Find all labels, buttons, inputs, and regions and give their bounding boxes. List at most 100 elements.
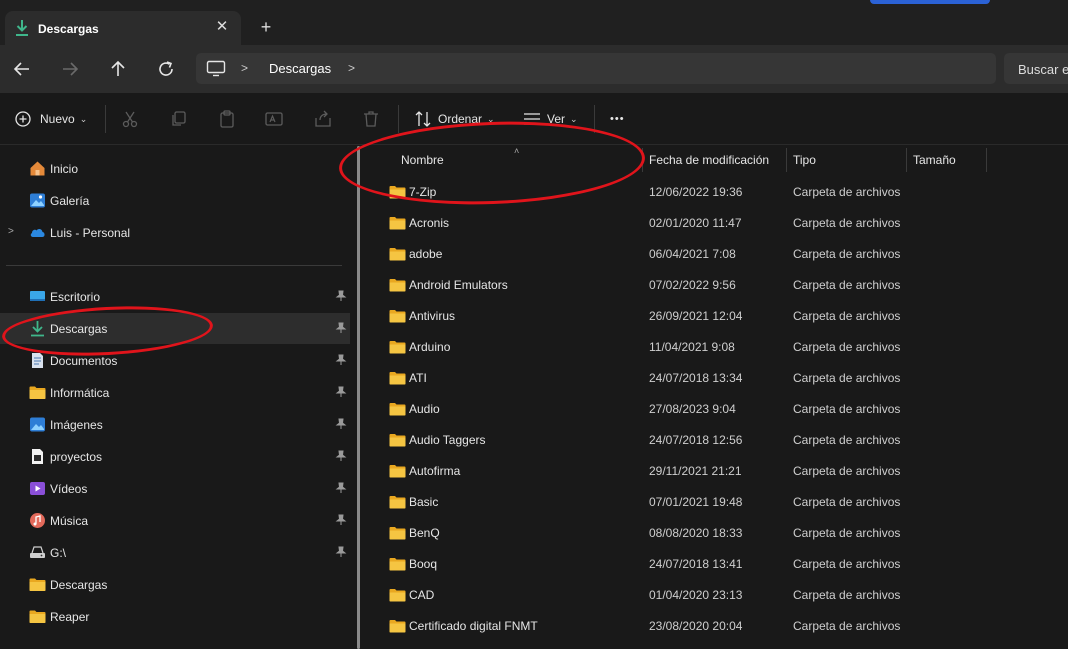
file-name: 7-Zip — [409, 185, 437, 199]
sort-button[interactable]: Ordenar ⌄ — [413, 108, 495, 130]
column-header-name[interactable]: Nombre — [401, 146, 641, 174]
file-row[interactable]: Certificado digital FNMT 23/08/2020 20:04… — [370, 610, 1068, 641]
pin-icon[interactable] — [335, 386, 347, 398]
pictures-icon — [30, 417, 45, 432]
sidebar-item-imagenes[interactable]: Imágenes — [0, 409, 350, 440]
file-name: Android Emulators — [409, 278, 508, 292]
file-row[interactable]: 7-Zip 12/06/2022 19:36 Carpeta de archivos — [370, 176, 1068, 207]
file-name: Autofirma — [409, 464, 461, 478]
toolbar-divider — [398, 105, 399, 133]
breadcrumb-chevron-icon[interactable]: > — [241, 61, 251, 75]
toolbar-divider — [105, 105, 106, 133]
file-row[interactable]: ATI 24/07/2018 13:34 Carpeta de archivos — [370, 362, 1068, 393]
chevron-down-icon: ⌄ — [79, 113, 88, 124]
pin-icon[interactable] — [335, 450, 347, 462]
column-divider[interactable] — [986, 148, 987, 172]
search-input[interactable]: Buscar e — [1004, 53, 1068, 84]
file-row[interactable]: Audio Taggers 24/07/2018 12:56 Carpeta de … — [370, 424, 1068, 455]
copy-button[interactable] — [169, 108, 189, 130]
command-bar: Nuevo ⌄ Ordenar ⌄ Ver ⌄ ••• — [0, 93, 1068, 145]
column-divider[interactable] — [786, 148, 787, 172]
pin-icon[interactable] — [335, 322, 347, 334]
back-button[interactable] — [10, 57, 34, 81]
download-icon — [31, 321, 44, 337]
new-tab-button[interactable]: + — [256, 17, 276, 37]
view-list-icon — [524, 113, 540, 125]
close-tab-icon[interactable]: ✕ — [213, 18, 231, 36]
pin-icon[interactable] — [335, 290, 347, 302]
sidebar-item-documentos[interactable]: Documentos — [0, 345, 350, 376]
file-row[interactable]: Acronis 02/01/2020 11:47 Carpeta de archiv… — [370, 207, 1068, 238]
file-type: Carpeta de archivos — [793, 495, 901, 509]
videos-icon — [30, 482, 45, 495]
pin-icon[interactable] — [335, 482, 347, 494]
share-button[interactable] — [313, 108, 333, 130]
file-modified-date: 07/02/2022 9:56 — [649, 278, 736, 292]
sidebar-item-descargas-folder[interactable]: Descargas — [0, 569, 350, 600]
file-type: Carpeta de archivos — [793, 588, 901, 602]
pin-icon[interactable] — [335, 354, 347, 366]
paste-button[interactable] — [217, 108, 237, 130]
sidebar-item-label: Escritorio — [50, 290, 101, 304]
tab-descargas[interactable]: Descargas ✕ — [5, 11, 241, 45]
arrow-right-icon — [63, 62, 79, 76]
sidebar-item-escritorio[interactable]: Escritorio — [0, 281, 350, 312]
sidebar-item-label: Descargas — [50, 322, 108, 336]
address-bar[interactable]: > Descargas > — [196, 53, 996, 84]
new-button[interactable]: Nuevo ⌄ — [14, 108, 87, 130]
folder-icon — [389, 341, 406, 354]
file-row[interactable]: adobe 06/04/2021 7:08 Carpeta de archivos — [370, 238, 1068, 269]
breadcrumb-descargas[interactable]: Descargas — [269, 61, 331, 76]
file-modified-date: 27/08/2023 9:04 — [649, 402, 736, 416]
file-type: Carpeta de archivos — [793, 619, 901, 633]
up-button[interactable] — [106, 57, 130, 81]
sidebar-item-descargas[interactable]: Descargas — [0, 313, 350, 344]
column-header-modified[interactable]: Fecha de modificación — [649, 146, 787, 174]
file-row[interactable]: Basic 07/01/2021 19:48 Carpeta de archivos — [370, 486, 1068, 517]
pin-icon[interactable] — [335, 546, 347, 558]
folder-icon — [389, 558, 406, 571]
cut-button[interactable] — [120, 108, 140, 130]
more-options-button[interactable]: ••• — [610, 108, 625, 130]
sidebar-item-g-drive[interactable]: G:\ — [0, 537, 350, 568]
chevron-right-icon[interactable]: > — [8, 226, 14, 237]
refresh-button[interactable] — [154, 57, 178, 81]
file-row[interactable]: CAD 01/04/2020 23:13 Carpeta de archivos — [370, 579, 1068, 610]
sidebar-item-inicio[interactable]: Inicio — [0, 153, 350, 184]
file-row[interactable]: Antivirus 26/09/2021 12:04 Carpeta de arch… — [370, 300, 1068, 331]
breadcrumb-chevron-icon[interactable]: > — [348, 61, 358, 75]
file-row[interactable]: Audio 27/08/2023 9:04 Carpeta de archivos — [370, 393, 1068, 424]
column-divider[interactable] — [642, 148, 643, 172]
file-row[interactable]: BenQ 08/08/2020 18:33 Carpeta de archivos — [370, 517, 1068, 548]
sidebar-item-galeria[interactable]: Galería — [0, 185, 350, 216]
sidebar-item-musica[interactable]: Música — [0, 505, 350, 536]
file-type: Carpeta de archivos — [793, 371, 901, 385]
forward-button[interactable] — [58, 57, 82, 81]
column-divider[interactable] — [906, 148, 907, 172]
rename-button[interactable] — [264, 108, 284, 130]
file-row[interactable]: Autofirma 29/11/2021 21:21 Carpeta de arch… — [370, 455, 1068, 486]
navigation-pane: Inicio Galería > Luis - Personal Escrito… — [0, 146, 356, 649]
sidebar-item-informatica[interactable]: Informática — [0, 377, 350, 408]
column-header-size[interactable]: Tamaño — [913, 146, 983, 174]
file-type: Carpeta de archivos — [793, 557, 901, 571]
view-label: Ver — [547, 112, 566, 126]
view-button[interactable]: Ver ⌄ — [522, 108, 578, 130]
file-row[interactable]: Android Emulators 07/02/2022 9:56 Carpeta … — [370, 269, 1068, 300]
sidebar-item-videos[interactable]: Vídeos — [0, 473, 350, 504]
delete-button[interactable] — [361, 108, 381, 130]
sidebar-item-reaper[interactable]: Reaper — [0, 601, 350, 632]
file-row[interactable]: Booq 24/07/2018 13:41 Carpeta de archivos — [370, 548, 1068, 579]
sidebar-item-luis-personal[interactable]: > Luis - Personal — [0, 217, 350, 248]
pin-icon[interactable] — [335, 514, 347, 526]
drive-icon — [30, 546, 45, 558]
sidebar-item-proyectos[interactable]: proyectos — [0, 441, 350, 472]
column-header-type[interactable]: Tipo — [793, 146, 905, 174]
file-name: Audio Taggers — [409, 433, 486, 447]
column-header-label: Nombre — [401, 153, 444, 167]
pin-icon[interactable] — [335, 418, 347, 430]
sidebar-scrollbar[interactable] — [357, 146, 360, 649]
sidebar-item-label: Descargas — [50, 578, 108, 592]
file-row[interactable]: Arduino 11/04/2021 9:08 Carpeta de archivo… — [370, 331, 1068, 362]
documents-icon — [32, 353, 43, 368]
